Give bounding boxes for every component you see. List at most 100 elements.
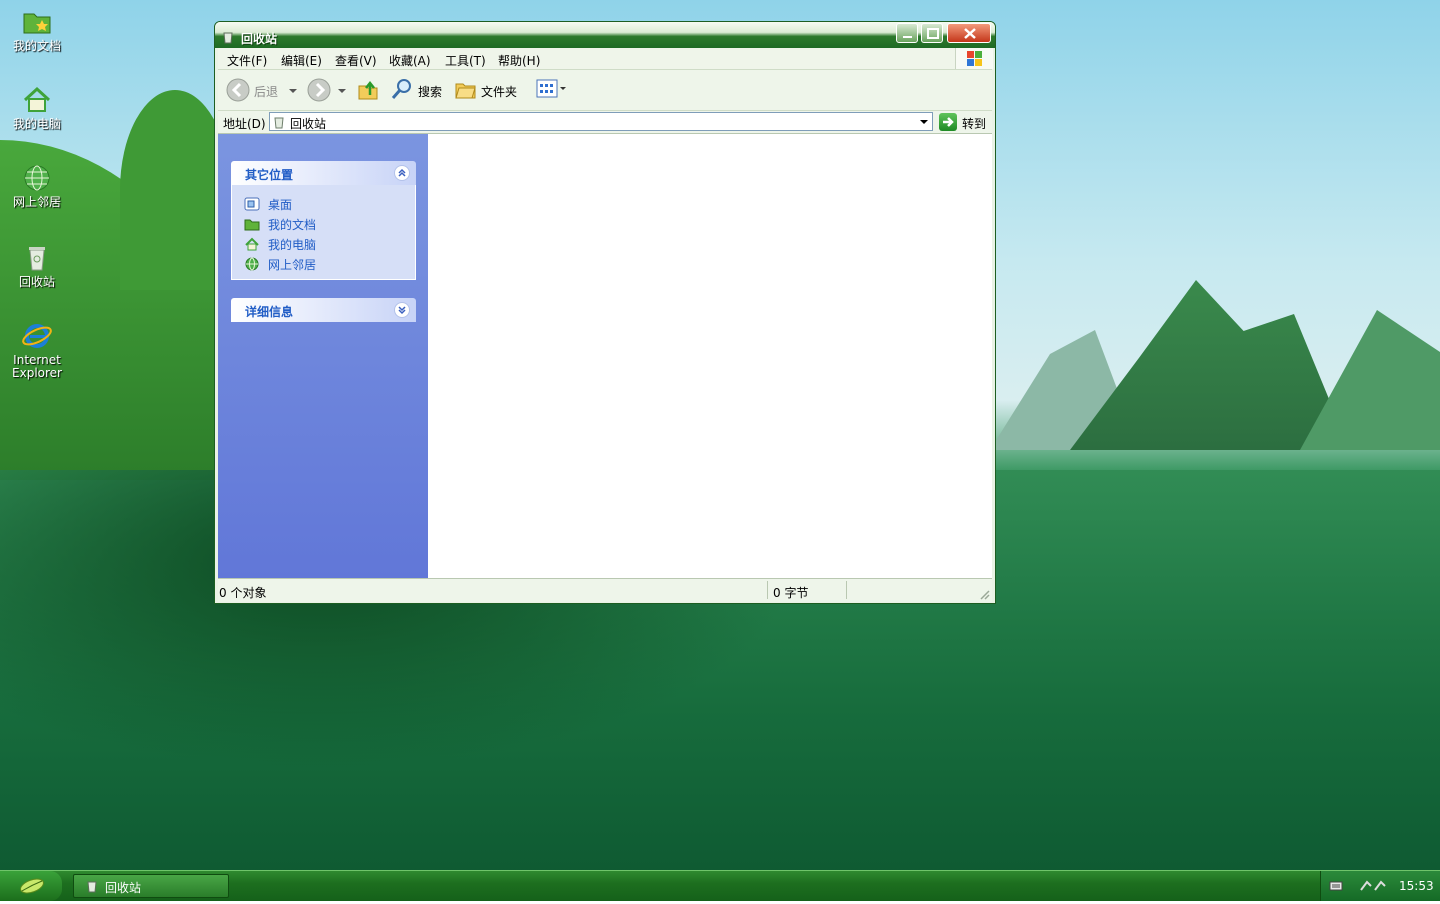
go-button[interactable]: 转到 [939,112,991,132]
restore-button[interactable] [921,23,943,43]
start-button[interactable] [0,871,62,901]
search-icon [391,79,411,99]
address-label: 地址(D) [223,117,266,131]
close-button[interactable] [947,23,991,43]
recycle-bin-icon [87,881,97,893]
back-arrow-icon [226,78,250,102]
taskbar: 回收站 15:53 [0,870,1440,901]
folder-content: 其它位置 桌面 我的文档 我的电脑 网上邻居 详细信息 [218,134,992,578]
menu-help[interactable]: 帮助(H) [498,52,540,69]
windows-logo [955,48,993,69]
keyboard-icon[interactable] [1329,879,1343,892]
up-folder-button[interactable] [356,77,380,103]
menu-file[interactable]: 文件(F) [227,52,267,69]
link-my-documents[interactable]: 我的文档 [232,213,415,233]
back-button[interactable]: 后退 [226,77,297,103]
other-places-header[interactable]: 其它位置 [231,161,416,185]
network-globe-icon [24,165,50,191]
title-bar[interactable]: 回收站 [215,22,995,48]
desktop-icon-label: 网上邻居 [12,195,61,209]
network-icon [245,257,259,271]
status-object-count: 0 个对象 [219,586,267,600]
chevron-down-icon [289,89,297,93]
address-dropdown-icon[interactable] [918,115,930,128]
views-grid-icon [536,79,566,98]
link-label: 我的文档 [268,218,317,232]
link-label: 桌面 [268,198,293,212]
link-desktop[interactable]: 桌面 [232,193,415,213]
desktop-icon-label: 我的文档 [12,39,61,53]
desktop-icon-label: 回收站 [18,275,55,289]
right-mountain [1070,280,1350,450]
start-leaf-icon [20,878,44,894]
back-label: 后退 [254,85,279,99]
minimize-icon [903,36,912,38]
desktop-icon-label: 我的电脑 [12,117,61,131]
details-header[interactable]: 详细信息 [231,298,416,322]
search-button[interactable]: 搜索 [390,77,446,103]
link-network[interactable]: 网上邻居 [232,253,415,273]
folders-icon [455,83,476,99]
file-list-area[interactable] [428,134,992,578]
other-places-panel: 其它位置 桌面 我的文档 我的电脑 网上邻居 [231,161,416,280]
forward-arrow-icon [307,78,331,102]
other-places-title: 其它位置 [245,168,294,182]
link-my-computer[interactable]: 我的电脑 [232,233,415,253]
folder-documents-icon [23,13,51,34]
internet-explorer-icon [22,324,52,348]
link-label: 网上邻居 [268,258,317,272]
desktop-icon-recycle-bin[interactable]: 回收站 [0,242,74,289]
details-title: 详细信息 [245,305,294,319]
status-size: 0 字节 [773,586,809,600]
desktop-icon-my-computer[interactable]: 我的电脑 [0,84,74,131]
go-arrow-icon [939,113,957,131]
other-places-body: 桌面 我的文档 我的电脑 网上邻居 [231,185,416,280]
recycle-bin-icon [223,32,233,44]
folders-label: 文件夹 [481,85,518,99]
window-title: 回收站 [241,32,278,46]
computer-icon [245,237,259,251]
desktop-icon-network[interactable]: 网上邻居 [0,162,74,209]
menu-tools[interactable]: 工具(T) [445,52,486,69]
computer-home-icon [23,86,51,112]
address-input[interactable]: 回收站 [269,112,933,131]
chevron-down-icon [338,89,346,93]
views-button[interactable] [536,77,570,103]
menu-favorites[interactable]: 收藏(A) [389,52,431,69]
menu-bar: 文件(F) 编辑(E) 查看(V) 收藏(A) 工具(T) 帮助(H) [218,48,993,70]
task-pane: 其它位置 桌面 我的文档 我的电脑 网上邻居 详细信息 [218,134,428,578]
link-label: 我的电脑 [268,238,317,252]
folder-icon [244,219,260,231]
taskbar-item-label: 回收站 [105,881,142,895]
expand-chevron-icon[interactable] [394,302,410,318]
menu-view[interactable]: 查看(V) [335,52,377,69]
address-value: 回收站 [290,117,327,131]
folders-button[interactable]: 文件夹 [454,77,524,103]
windows-flag-icon [967,51,982,66]
recycle-bin-icon [274,117,284,129]
forward-button[interactable] [307,77,347,103]
status-divider [767,581,768,599]
collapse-chevron-icon[interactable] [394,165,410,181]
up-folder-icon [358,80,378,100]
status-bar: 0 个对象 0 字节 [218,578,992,602]
status-divider [846,581,847,599]
desktop-icon [244,197,260,211]
minimize-button[interactable] [896,23,918,43]
details-panel: 详细信息 [231,298,416,322]
menu-edit[interactable]: 编辑(E) [281,52,322,69]
network-status-icon[interactable] [1359,879,1387,892]
clock[interactable]: 15:53 [1399,879,1434,893]
address-bar: 地址(D) 回收站 转到 [218,111,992,134]
recycle-bin-icon [29,247,45,271]
desktop-icon-internet-explorer[interactable]: Internet Explorer [0,320,74,380]
taskbar-item-recycle-bin[interactable]: 回收站 [73,874,229,898]
desktop-icon-my-documents[interactable]: 我的文档 [0,6,74,53]
restore-icon [927,28,939,39]
standard-toolbar: 后退 搜索 文件夹 [218,70,992,111]
resize-grip-icon[interactable] [978,588,990,600]
desktop-icon-label: Explorer [12,366,62,380]
search-label: 搜索 [418,85,443,99]
recycle-bin-window[interactable]: 回收站 文件(F) 编辑(E) 查看(V) 收藏(A) 工具(T) 帮助(H) [214,21,996,604]
close-icon [964,28,976,39]
